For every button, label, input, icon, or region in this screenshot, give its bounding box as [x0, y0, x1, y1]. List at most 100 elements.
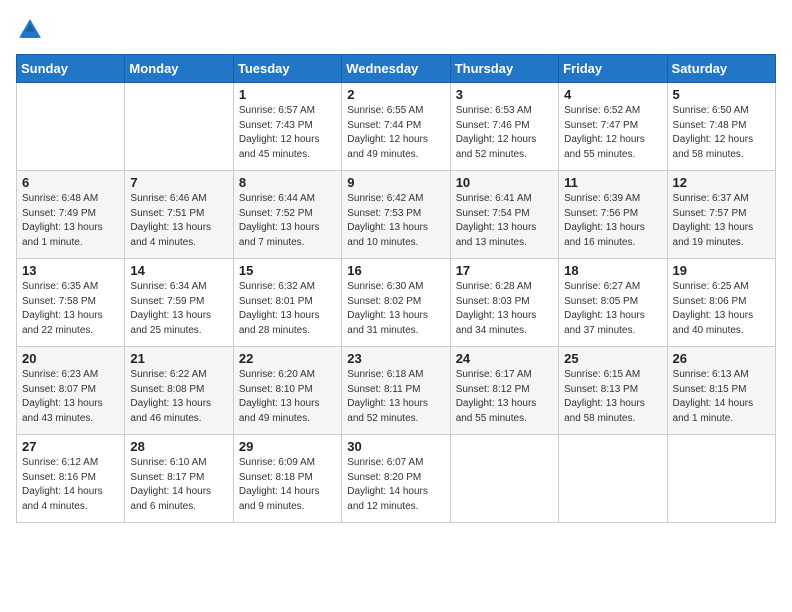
day-detail: Sunrise: 6:34 AM Sunset: 7:59 PM Dayligh… — [130, 280, 227, 338]
day-detail: Sunrise: 6:53 AM Sunset: 7:46 PM Dayligh… — [456, 104, 553, 162]
calendar-cell: 5 Sunrise: 6:50 AM Sunset: 7:48 PM Daylig… — [667, 83, 775, 171]
calendar-cell: 6Sunrise: 6:48 AM Sunset: 7:49 PM Daylig… — [17, 171, 125, 259]
day-number: 13 — [22, 263, 119, 278]
day-number: 26 — [673, 351, 770, 366]
weekday-header-monday: Monday — [125, 55, 233, 83]
weekday-header-sunday: Sunday — [17, 55, 125, 83]
day-number: 18 — [564, 263, 661, 278]
calendar-cell: 27 Sunrise: 6:12 AM Sunset: 8:16 PM Dayli… — [17, 435, 125, 523]
calendar-cell: 29 Sunrise: 6:09 AM Sunset: 8:18 PM Dayli… — [233, 435, 341, 523]
day-detail: Sunrise: 6:57 AM Sunset: 7:43 PM Dayligh… — [239, 104, 336, 162]
calendar-cell — [559, 435, 667, 523]
page: SundayMondayTuesdayWednesdayThursdayFrid… — [0, 0, 792, 535]
week-row-2: 6Sunrise: 6:48 AM Sunset: 7:49 PM Daylig… — [17, 171, 776, 259]
weekday-header-tuesday: Tuesday — [233, 55, 341, 83]
calendar-cell: 3 Sunrise: 6:53 AM Sunset: 7:46 PM Daylig… — [450, 83, 558, 171]
calendar-cell: 18 Sunrise: 6:27 AM Sunset: 8:05 PM Dayli… — [559, 259, 667, 347]
day-number: 19 — [673, 263, 770, 278]
day-detail: Sunrise: 6:32 AM Sunset: 8:01 PM Dayligh… — [239, 280, 336, 338]
day-detail: Sunrise: 6:09 AM Sunset: 8:18 PM Dayligh… — [239, 456, 336, 514]
week-row-3: 13 Sunrise: 6:35 AM Sunset: 7:58 PM Dayli… — [17, 259, 776, 347]
calendar-cell: 9 Sunrise: 6:42 AM Sunset: 7:53 PM Daylig… — [342, 171, 450, 259]
day-number: 16 — [347, 263, 444, 278]
day-number: 4 — [564, 87, 661, 102]
day-number: 1 — [239, 87, 336, 102]
calendar-cell: 22Sunrise: 6:20 AM Sunset: 8:10 PM Dayli… — [233, 347, 341, 435]
calendar-cell: 20 Sunrise: 6:23 AM Sunset: 8:07 PM Dayli… — [17, 347, 125, 435]
week-row-5: 27 Sunrise: 6:12 AM Sunset: 8:16 PM Dayli… — [17, 435, 776, 523]
calendar-cell: 12 Sunrise: 6:37 AM Sunset: 7:57 PM Dayli… — [667, 171, 775, 259]
weekday-header-friday: Friday — [559, 55, 667, 83]
day-detail: Sunrise: 6:12 AM Sunset: 8:16 PM Dayligh… — [22, 456, 119, 514]
day-detail: Sunrise: 6:18 AM Sunset: 8:11 PM Dayligh… — [347, 368, 444, 426]
calendar-cell: 7 Sunrise: 6:46 AM Sunset: 7:51 PM Daylig… — [125, 171, 233, 259]
calendar-cell — [17, 83, 125, 171]
day-number: 5 — [673, 87, 770, 102]
day-detail: Sunrise: 6:35 AM Sunset: 7:58 PM Dayligh… — [22, 280, 119, 338]
calendar-cell: 23 Sunrise: 6:18 AM Sunset: 8:11 PM Dayli… — [342, 347, 450, 435]
calendar-cell: 19Sunrise: 6:25 AM Sunset: 8:06 PM Dayli… — [667, 259, 775, 347]
day-detail: Sunrise: 6:52 AM Sunset: 7:47 PM Dayligh… — [564, 104, 661, 162]
day-detail: Sunrise: 6:50 AM Sunset: 7:48 PM Dayligh… — [673, 104, 770, 162]
calendar-cell: 25 Sunrise: 6:15 AM Sunset: 8:13 PM Dayli… — [559, 347, 667, 435]
day-detail: Sunrise: 6:13 AM Sunset: 8:15 PM Dayligh… — [673, 368, 770, 426]
day-detail: Sunrise: 6:41 AM Sunset: 7:54 PM Dayligh… — [456, 192, 553, 250]
calendar-cell: 26 Sunrise: 6:13 AM Sunset: 8:15 PM Dayli… — [667, 347, 775, 435]
day-number: 15 — [239, 263, 336, 278]
day-detail: Sunrise: 6:30 AM Sunset: 8:02 PM Dayligh… — [347, 280, 444, 338]
calendar-cell: 2 Sunrise: 6:55 AM Sunset: 7:44 PM Daylig… — [342, 83, 450, 171]
calendar-cell — [450, 435, 558, 523]
day-detail: Sunrise: 6:27 AM Sunset: 8:05 PM Dayligh… — [564, 280, 661, 338]
day-detail: Sunrise: 6:22 AM Sunset: 8:08 PM Dayligh… — [130, 368, 227, 426]
weekday-header-saturday: Saturday — [667, 55, 775, 83]
weekday-header-wednesday: Wednesday — [342, 55, 450, 83]
day-detail: Sunrise: 6:44 AM Sunset: 7:52 PM Dayligh… — [239, 192, 336, 250]
day-detail: Sunrise: 6:42 AM Sunset: 7:53 PM Dayligh… — [347, 192, 444, 250]
day-number: 20 — [22, 351, 119, 366]
day-number: 23 — [347, 351, 444, 366]
calendar-cell — [125, 83, 233, 171]
day-detail: Sunrise: 6:20 AM Sunset: 8:10 PM Dayligh… — [239, 368, 336, 426]
day-number: 12 — [673, 175, 770, 190]
day-number: 9 — [347, 175, 444, 190]
day-detail: Sunrise: 6:15 AM Sunset: 8:13 PM Dayligh… — [564, 368, 661, 426]
day-detail: Sunrise: 6:07 AM Sunset: 8:20 PM Dayligh… — [347, 456, 444, 514]
day-number: 7 — [130, 175, 227, 190]
day-number: 14 — [130, 263, 227, 278]
day-detail: Sunrise: 6:28 AM Sunset: 8:03 PM Dayligh… — [456, 280, 553, 338]
calendar-table: SundayMondayTuesdayWednesdayThursdayFrid… — [16, 54, 776, 523]
day-number: 10 — [456, 175, 553, 190]
day-number: 17 — [456, 263, 553, 278]
day-number: 27 — [22, 439, 119, 454]
calendar-cell: 11Sunrise: 6:39 AM Sunset: 7:56 PM Dayli… — [559, 171, 667, 259]
logo — [16, 16, 48, 44]
calendar-cell: 28Sunrise: 6:10 AM Sunset: 8:17 PM Dayli… — [125, 435, 233, 523]
calendar-cell: 4 Sunrise: 6:52 AM Sunset: 7:47 PM Daylig… — [559, 83, 667, 171]
week-row-4: 20 Sunrise: 6:23 AM Sunset: 8:07 PM Dayli… — [17, 347, 776, 435]
calendar-cell: 21Sunrise: 6:22 AM Sunset: 8:08 PM Dayli… — [125, 347, 233, 435]
calendar-cell: 17 Sunrise: 6:28 AM Sunset: 8:03 PM Dayli… — [450, 259, 558, 347]
day-detail: Sunrise: 6:46 AM Sunset: 7:51 PM Dayligh… — [130, 192, 227, 250]
day-number: 3 — [456, 87, 553, 102]
day-number: 2 — [347, 87, 444, 102]
logo-icon — [16, 16, 44, 44]
day-number: 8 — [239, 175, 336, 190]
calendar-cell: 14 Sunrise: 6:34 AM Sunset: 7:59 PM Dayli… — [125, 259, 233, 347]
calendar-cell: 13 Sunrise: 6:35 AM Sunset: 7:58 PM Dayli… — [17, 259, 125, 347]
day-detail: Sunrise: 6:17 AM Sunset: 8:12 PM Dayligh… — [456, 368, 553, 426]
day-detail: Sunrise: 6:37 AM Sunset: 7:57 PM Dayligh… — [673, 192, 770, 250]
weekday-header-thursday: Thursday — [450, 55, 558, 83]
day-number: 24 — [456, 351, 553, 366]
calendar-cell: 16 Sunrise: 6:30 AM Sunset: 8:02 PM Dayli… — [342, 259, 450, 347]
calendar-cell: 1 Sunrise: 6:57 AM Sunset: 7:43 PM Daylig… — [233, 83, 341, 171]
day-number: 25 — [564, 351, 661, 366]
header — [16, 16, 776, 44]
calendar-cell: 8 Sunrise: 6:44 AM Sunset: 7:52 PM Daylig… — [233, 171, 341, 259]
calendar-cell: 10 Sunrise: 6:41 AM Sunset: 7:54 PM Dayli… — [450, 171, 558, 259]
calendar-cell: 30Sunrise: 6:07 AM Sunset: 8:20 PM Dayli… — [342, 435, 450, 523]
day-detail: Sunrise: 6:23 AM Sunset: 8:07 PM Dayligh… — [22, 368, 119, 426]
weekday-header-row: SundayMondayTuesdayWednesdayThursdayFrid… — [17, 55, 776, 83]
day-number: 29 — [239, 439, 336, 454]
day-detail: Sunrise: 6:55 AM Sunset: 7:44 PM Dayligh… — [347, 104, 444, 162]
day-detail: Sunrise: 6:39 AM Sunset: 7:56 PM Dayligh… — [564, 192, 661, 250]
